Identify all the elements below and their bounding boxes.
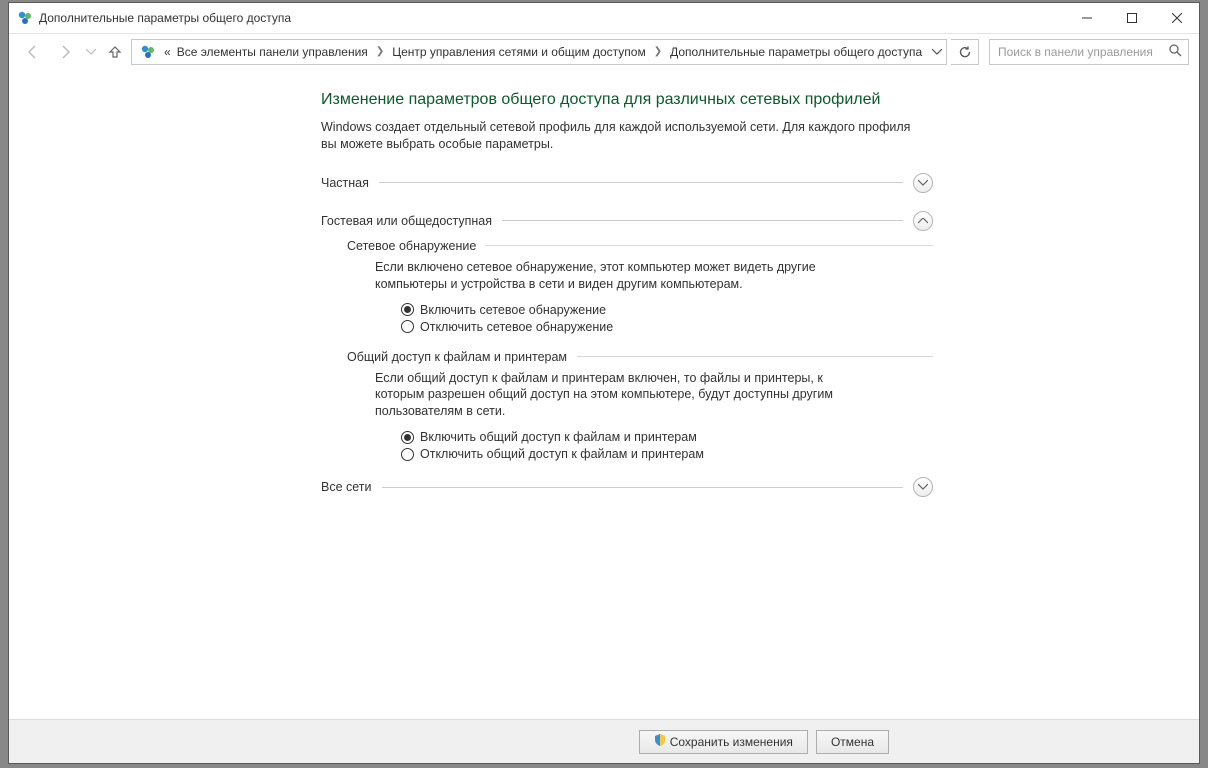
group-network-discovery: Сетевое обнаружение Если включено сетево… xyxy=(347,239,933,334)
window: Дополнительные параметры общего доступа xyxy=(8,2,1200,764)
control-panel-icon xyxy=(17,10,33,26)
chevron-down-icon[interactable] xyxy=(913,173,933,193)
minimize-button[interactable] xyxy=(1064,3,1109,33)
search-input[interactable] xyxy=(996,44,1182,60)
radio-network-discovery-off[interactable]: Отключить сетевое обнаружение xyxy=(401,320,933,334)
address-dropdown[interactable] xyxy=(926,46,947,58)
divider xyxy=(379,182,903,183)
footer: Сохранить изменения Отмена xyxy=(9,719,1199,763)
content-area: Изменение параметров общего доступа для … xyxy=(9,69,1199,719)
section-all-networks[interactable]: Все сети xyxy=(321,477,933,497)
radio-icon xyxy=(401,448,414,461)
breadcrumb-item[interactable]: Центр управления сетями и общим доступом xyxy=(390,43,648,61)
radio-file-printer-off[interactable]: Отключить общий доступ к файлам и принте… xyxy=(401,447,933,461)
forward-button[interactable] xyxy=(51,38,79,66)
address-bar[interactable]: « Все элементы панели управления ❯ Центр… xyxy=(131,39,947,65)
section-guest-public[interactable]: Гостевая или общедоступная xyxy=(321,211,933,231)
group-explain: Если включено сетевое обнаружение, этот … xyxy=(375,259,875,293)
up-button[interactable] xyxy=(103,38,127,66)
chevron-up-icon[interactable] xyxy=(913,211,933,231)
radio-icon xyxy=(401,431,414,444)
close-button[interactable] xyxy=(1154,3,1199,33)
chevron-down-icon[interactable] xyxy=(913,477,933,497)
control-panel-icon xyxy=(140,44,156,60)
save-button[interactable]: Сохранить изменения xyxy=(639,730,808,754)
page-title: Изменение параметров общего доступа для … xyxy=(321,91,933,109)
divider xyxy=(382,487,903,488)
radio-icon xyxy=(401,303,414,316)
chevron-right-icon: ❯ xyxy=(372,46,388,57)
section-label: Гостевая или общедоступная xyxy=(321,214,492,228)
divider xyxy=(577,356,933,357)
window-title: Дополнительные параметры общего доступа xyxy=(39,11,291,25)
section-label: Все сети xyxy=(321,480,372,494)
radio-label: Отключить сетевое обнаружение xyxy=(420,320,613,334)
breadcrumb-item[interactable]: Все элементы панели управления xyxy=(175,43,370,61)
cancel-button[interactable]: Отмена xyxy=(816,730,889,754)
divider xyxy=(502,220,903,221)
section-private[interactable]: Частная xyxy=(321,173,933,193)
radio-label: Включить общий доступ к файлам и принтер… xyxy=(420,430,697,444)
titlebar: Дополнительные параметры общего доступа xyxy=(9,3,1199,33)
save-label: Сохранить изменения xyxy=(670,735,793,749)
navbar: « Все элементы панели управления ❯ Центр… xyxy=(9,33,1199,69)
page-description: Windows создает отдельный сетевой профил… xyxy=(321,119,911,153)
radio-file-printer-on[interactable]: Включить общий доступ к файлам и принтер… xyxy=(401,430,933,444)
group-heading: Общий доступ к файлам и принтерам xyxy=(347,350,567,364)
shield-icon xyxy=(654,734,666,749)
cancel-label: Отмена xyxy=(831,735,874,749)
search-icon xyxy=(1169,44,1182,60)
chevron-right-icon: ❯ xyxy=(650,46,666,57)
recent-dropdown[interactable] xyxy=(83,38,99,66)
radio-label: Отключить общий доступ к файлам и принте… xyxy=(420,447,704,461)
section-label: Частная xyxy=(321,176,369,190)
maximize-button[interactable] xyxy=(1109,3,1154,33)
back-button[interactable] xyxy=(19,38,47,66)
radio-label: Включить сетевое обнаружение xyxy=(420,303,606,317)
refresh-button[interactable] xyxy=(951,39,979,65)
radio-icon xyxy=(401,320,414,333)
radio-network-discovery-on[interactable]: Включить сетевое обнаружение xyxy=(401,303,933,317)
search-box[interactable] xyxy=(989,39,1189,65)
group-file-printer-sharing: Общий доступ к файлам и принтерам Если о… xyxy=(347,350,933,462)
group-heading: Сетевое обнаружение xyxy=(347,239,476,253)
breadcrumb-item[interactable]: Дополнительные параметры общего доступа xyxy=(668,43,924,61)
divider xyxy=(486,245,933,246)
breadcrumb-prefix[interactable]: « xyxy=(162,43,173,61)
group-explain: Если общий доступ к файлам и принтерам в… xyxy=(375,370,875,421)
